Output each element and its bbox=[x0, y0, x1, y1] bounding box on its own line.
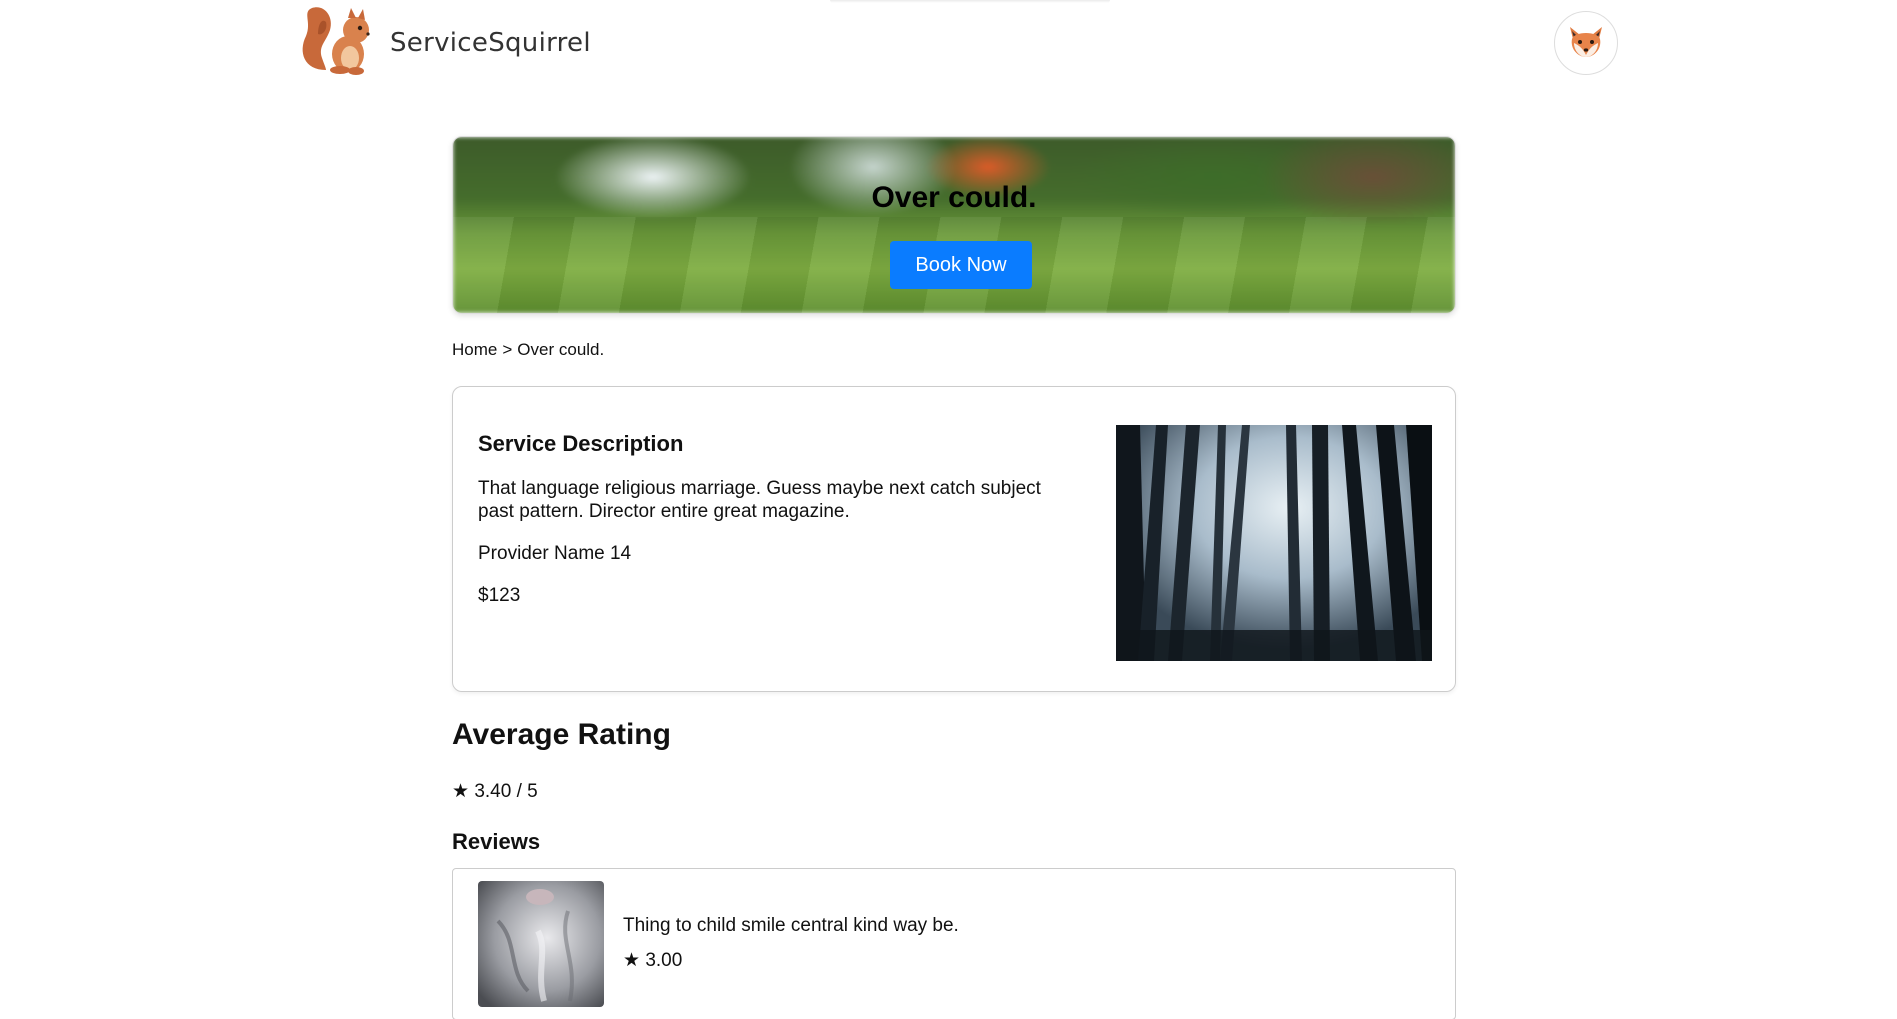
hero-banner: Over could. Book Now bbox=[452, 136, 1456, 314]
brand-logo-link[interactable]: ServiceSquirrel bbox=[296, 4, 591, 81]
brand-name: ServiceSquirrel bbox=[390, 27, 591, 58]
review-card: Thing to child smile central kind way be… bbox=[452, 868, 1456, 1019]
book-now-button[interactable]: Book Now bbox=[890, 241, 1032, 289]
user-avatar-button[interactable] bbox=[1554, 11, 1618, 75]
reviews-heading: Reviews bbox=[452, 829, 541, 854]
average-rating-value: ★ 3.40 / 5 bbox=[452, 780, 538, 803]
site-header: ServiceSquirrel bbox=[0, 0, 1897, 90]
review-rating: ★ 3.00 bbox=[623, 949, 682, 972]
breadcrumb-current: Over could. bbox=[517, 340, 605, 359]
service-details: Service Description That language religi… bbox=[478, 431, 1078, 627]
reviewer-image bbox=[478, 881, 604, 1007]
average-rating-number: 3.40 / 5 bbox=[474, 781, 538, 802]
service-image bbox=[1116, 425, 1432, 661]
average-rating-heading: Average Rating bbox=[452, 718, 671, 751]
review-text: Thing to child smile central kind way be… bbox=[623, 915, 959, 936]
star-icon: ★ bbox=[623, 950, 641, 971]
review-rating-number: 3.00 bbox=[645, 950, 683, 971]
service-description-heading: Service Description bbox=[478, 431, 684, 456]
breadcrumb-separator: > bbox=[502, 340, 513, 359]
hero-title: Over could. bbox=[871, 181, 1037, 214]
service-price: $123 bbox=[478, 585, 521, 606]
breadcrumb: Home > Over could. bbox=[452, 340, 604, 360]
service-description: That language religious marriage. Guess … bbox=[478, 478, 1041, 522]
provider-name: Provider Name 14 bbox=[478, 543, 632, 564]
star-icon: ★ bbox=[452, 781, 470, 802]
breadcrumb-home-link[interactable]: Home bbox=[452, 340, 497, 360]
fox-icon bbox=[1564, 19, 1608, 68]
service-card: Service Description That language religi… bbox=[452, 386, 1456, 692]
top-shadow bbox=[830, 0, 1110, 3]
squirrel-icon bbox=[296, 4, 382, 81]
